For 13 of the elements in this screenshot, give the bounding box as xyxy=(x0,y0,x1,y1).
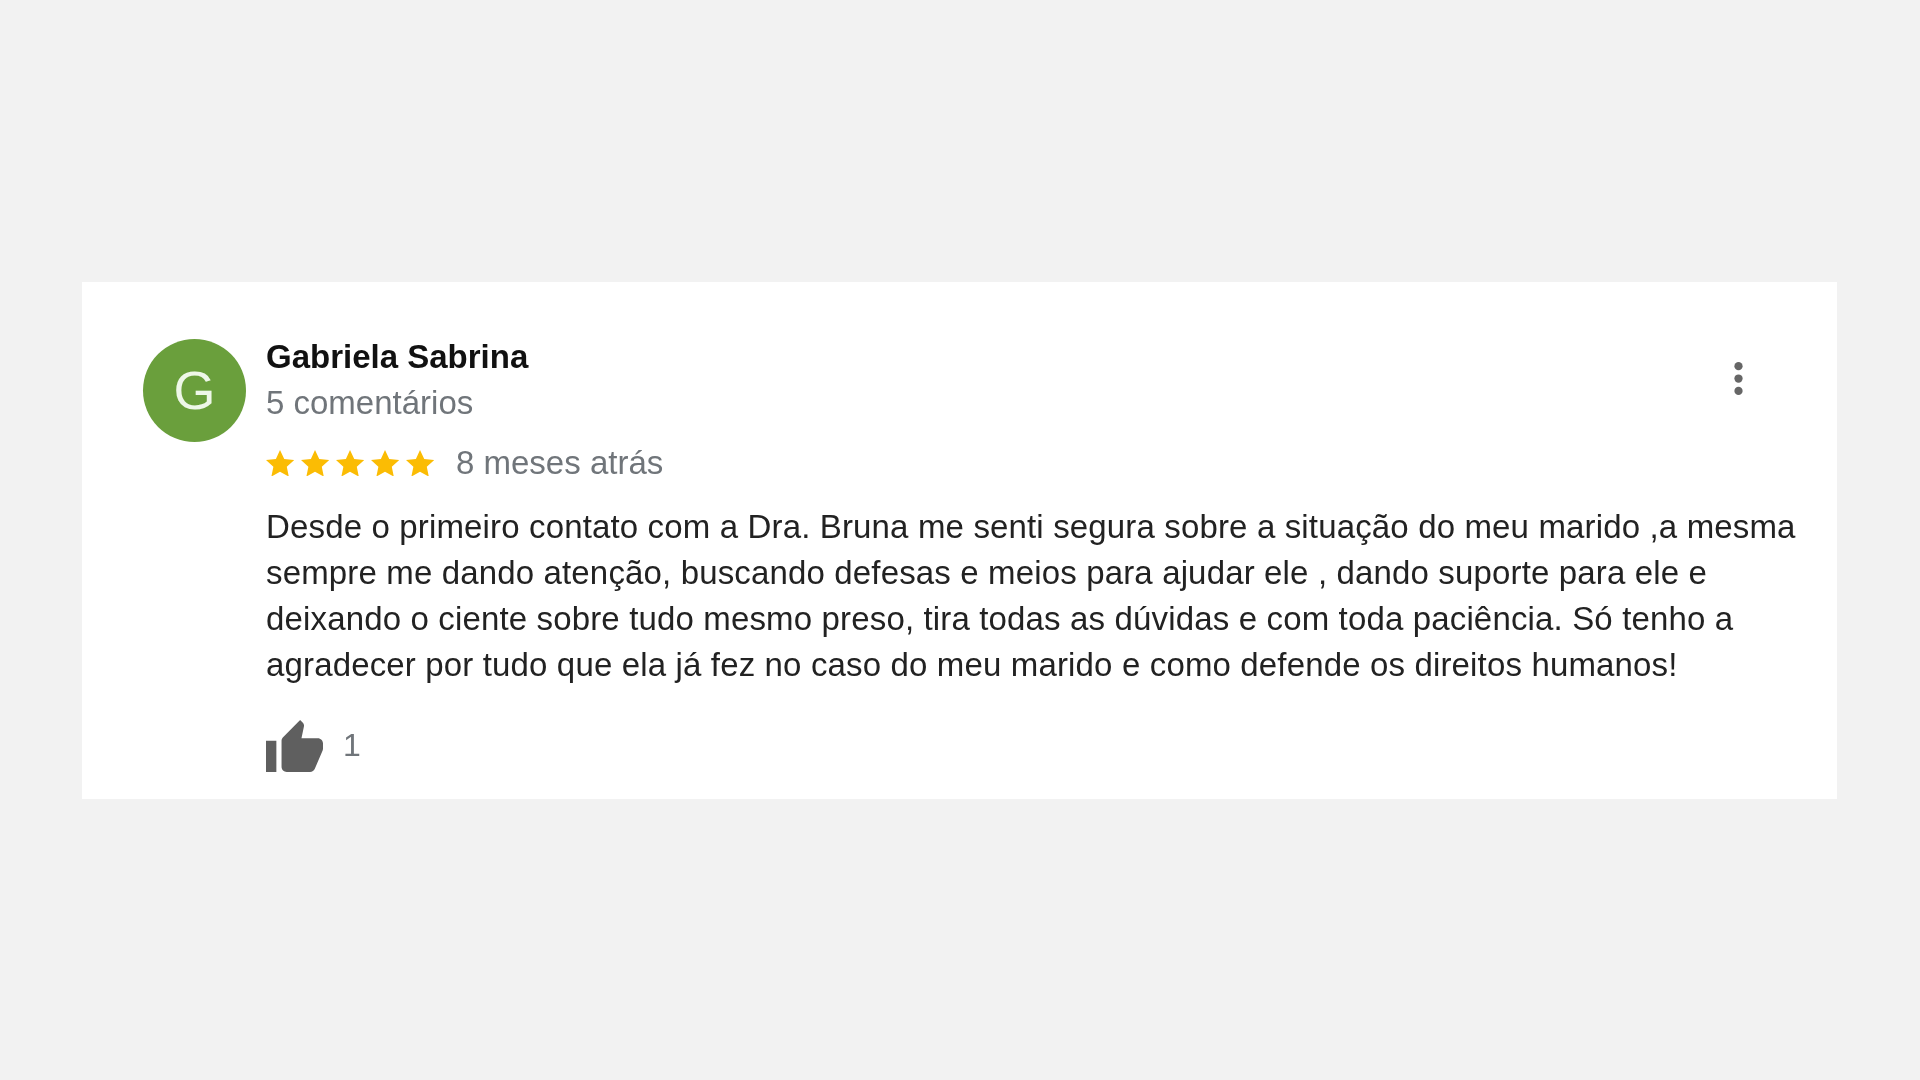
star-icon xyxy=(266,449,294,477)
star-icon xyxy=(371,449,399,477)
star-icon xyxy=(301,449,329,477)
star-icon xyxy=(406,449,434,477)
star-icon xyxy=(336,449,364,477)
like-button[interactable]: 1 xyxy=(266,719,361,772)
more-options-icon[interactable] xyxy=(1734,362,1743,395)
review-count: 5 comentários xyxy=(266,383,474,423)
author-name[interactable]: Gabriela Sabrina xyxy=(266,334,529,380)
review-time: 8 meses atrás xyxy=(456,444,664,482)
review-text: Desde o primeiro contato com a Dra. Bruna me senti segura sobre a situação do meu marido ,a mesma sempre me dando atenção, buscando defesas e meios para ajudar ele , dando suporte para ele e deixando o ciente sobre tudo mesmo preso, tira todas as dúvidas e com toda paciência. Só tenho a agradecer por tudo que ela já fez no caso do meu marido e como defende os direitos humanos! xyxy=(266,507,1797,685)
avatar: G xyxy=(143,339,246,442)
thumbs-up-icon xyxy=(266,719,323,772)
